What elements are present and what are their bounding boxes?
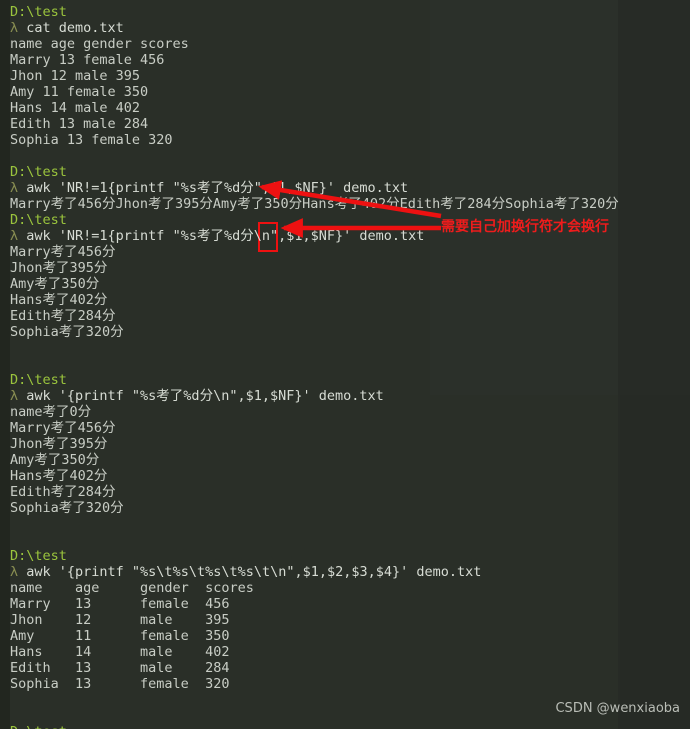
command-text: awk 'NR!=1{printf "%s考了%d分",$1,$NF}' dem… (26, 180, 409, 196)
output-text: Jhon 12 male 395 (10, 612, 230, 628)
output-text: Hans考了402分 (10, 468, 108, 484)
output-text: name age gender scores (10, 36, 189, 52)
output-line: Sophia考了320分 (10, 500, 690, 516)
output-line: Hans 14 male 402 (10, 644, 690, 660)
prompt-path-line: D:\test (10, 724, 690, 729)
prompt-path-line: D:\test (10, 4, 690, 20)
prompt-path: D:\test (10, 724, 67, 729)
terminal-window[interactable]: D:\test λ cat demo.txt name age gender sco… (0, 0, 690, 729)
prompt-path-line: D:\test (10, 548, 690, 564)
lambda-prompt-icon: λ (10, 564, 27, 580)
output-text: name考了0分 (10, 404, 92, 420)
output-text: name age gender scores (10, 580, 254, 596)
command-text: cat demo.txt (26, 20, 124, 36)
output-line: Jhon 12 male 395 (10, 612, 690, 628)
output-line: Amy 11 female 350 (10, 84, 690, 100)
output-text: Marry 13 female 456 (10, 596, 230, 612)
output-text: Marry考了456分 (10, 244, 116, 260)
output-text: Hans考了402分 (10, 292, 108, 308)
prompt-path: D:\test (10, 212, 67, 228)
output-text: Hans 14 male 402 (10, 100, 141, 116)
command-text: awk 'NR!=1{printf "%s考了%d分\n",$1,$NF}' d… (26, 228, 425, 244)
output-line: name考了0分 (10, 404, 690, 420)
output-text: Edith 13 male 284 (10, 660, 230, 676)
output-text: Sophia 13 female 320 (10, 132, 173, 148)
output-text: Hans 14 male 402 (10, 644, 230, 660)
prompt-path: D:\test (10, 164, 67, 180)
command-line[interactable]: λ awk '{printf "%s\t%s\t%s\t%s\t\n",$1,$… (10, 564, 690, 580)
output-text: Jhon考了395分 (10, 436, 108, 452)
output-text: Amy 11 female 350 (10, 84, 149, 100)
lambda-prompt-icon: λ (10, 228, 27, 244)
command-line[interactable]: λ awk '{printf "%s考了%d分\n",$1,$NF}' demo… (10, 388, 690, 404)
command-line[interactable]: λ awk 'NR!=1{printf "%s考了%d分\n",$1,$NF}'… (10, 228, 690, 244)
output-line: Jhon 12 male 395 (10, 68, 690, 84)
output-text: Jhon考了395分 (10, 260, 108, 276)
output-line: Sophia 13 female 320 (10, 676, 690, 692)
lambda-prompt-icon: λ (10, 20, 27, 36)
output-text: Jhon 12 male 395 (10, 68, 141, 84)
output-line: Marry 13 female 456 (10, 52, 690, 68)
lambda-prompt-icon: λ (10, 388, 27, 404)
output-text: Amy考了350分 (10, 452, 100, 468)
lambda-prompt-icon: λ (10, 180, 27, 196)
output-line: Jhon考了395分 (10, 260, 690, 276)
output-line: Amy 11 female 350 (10, 628, 690, 644)
prompt-path-line: D:\test (10, 212, 690, 228)
output-line: name age gender scores (10, 580, 690, 596)
output-line: Sophia考了320分 (10, 324, 690, 340)
prompt-path: D:\test (10, 548, 67, 564)
prompt-path-line: D:\test (10, 372, 690, 388)
prompt-path: D:\test (10, 4, 67, 20)
prompt-path-line: D:\test (10, 164, 690, 180)
output-line: Edith 13 male 284 (10, 660, 690, 676)
output-line: Sophia 13 female 320 (10, 132, 690, 148)
output-text: Edith考了284分 (10, 484, 116, 500)
output-line: Jhon考了395分 (10, 436, 690, 452)
output-line: Marry 13 female 456 (10, 596, 690, 612)
output-text: Sophia考了320分 (10, 500, 124, 516)
output-text: Marry 13 female 456 (10, 52, 165, 68)
command-line[interactable]: λ cat demo.txt (10, 20, 690, 36)
output-text: Edith考了284分 (10, 308, 116, 324)
command-text: awk '{printf "%s考了%d分\n",$1,$NF}' demo.t… (26, 388, 384, 404)
output-line: Edith考了284分 (10, 308, 690, 324)
output-line: Hans考了402分 (10, 292, 690, 308)
terminal-output-area[interactable]: D:\test λ cat demo.txt name age gender sco… (0, 0, 690, 729)
command-line[interactable]: λ awk 'NR!=1{printf "%s考了%d分",$1,$NF}' d… (10, 180, 690, 196)
output-text: Sophia考了320分 (10, 324, 124, 340)
output-text: Edith 13 male 284 (10, 116, 149, 132)
output-line: Amy考了350分 (10, 452, 690, 468)
output-line: Marry考了456分 (10, 420, 690, 436)
command-text: awk '{printf "%s\t%s\t%s\t%s\t\n",$1,$2,… (26, 564, 482, 580)
output-line: Amy考了350分 (10, 276, 690, 292)
output-line: Marry考了456分 (10, 244, 690, 260)
watermark: CSDN @wenxiaoba (555, 701, 680, 716)
output-line: Hans 14 male 402 (10, 100, 690, 116)
output-line: Marry考了456分Jhon考了395分Amy考了350分Hans考了402分… (10, 196, 690, 212)
output-line: Edith 13 male 284 (10, 116, 690, 132)
prompt-path: D:\test (10, 372, 67, 388)
output-text: Sophia 13 female 320 (10, 676, 230, 692)
output-text: Amy 11 female 350 (10, 628, 230, 644)
output-line: name age gender scores (10, 36, 690, 52)
output-text: Marry考了456分Jhon考了395分Amy考了350分Hans考了402分… (10, 196, 619, 212)
output-text: Amy考了350分 (10, 276, 100, 292)
output-line: Hans考了402分 (10, 468, 690, 484)
output-line: Edith考了284分 (10, 484, 690, 500)
output-text: Marry考了456分 (10, 420, 116, 436)
